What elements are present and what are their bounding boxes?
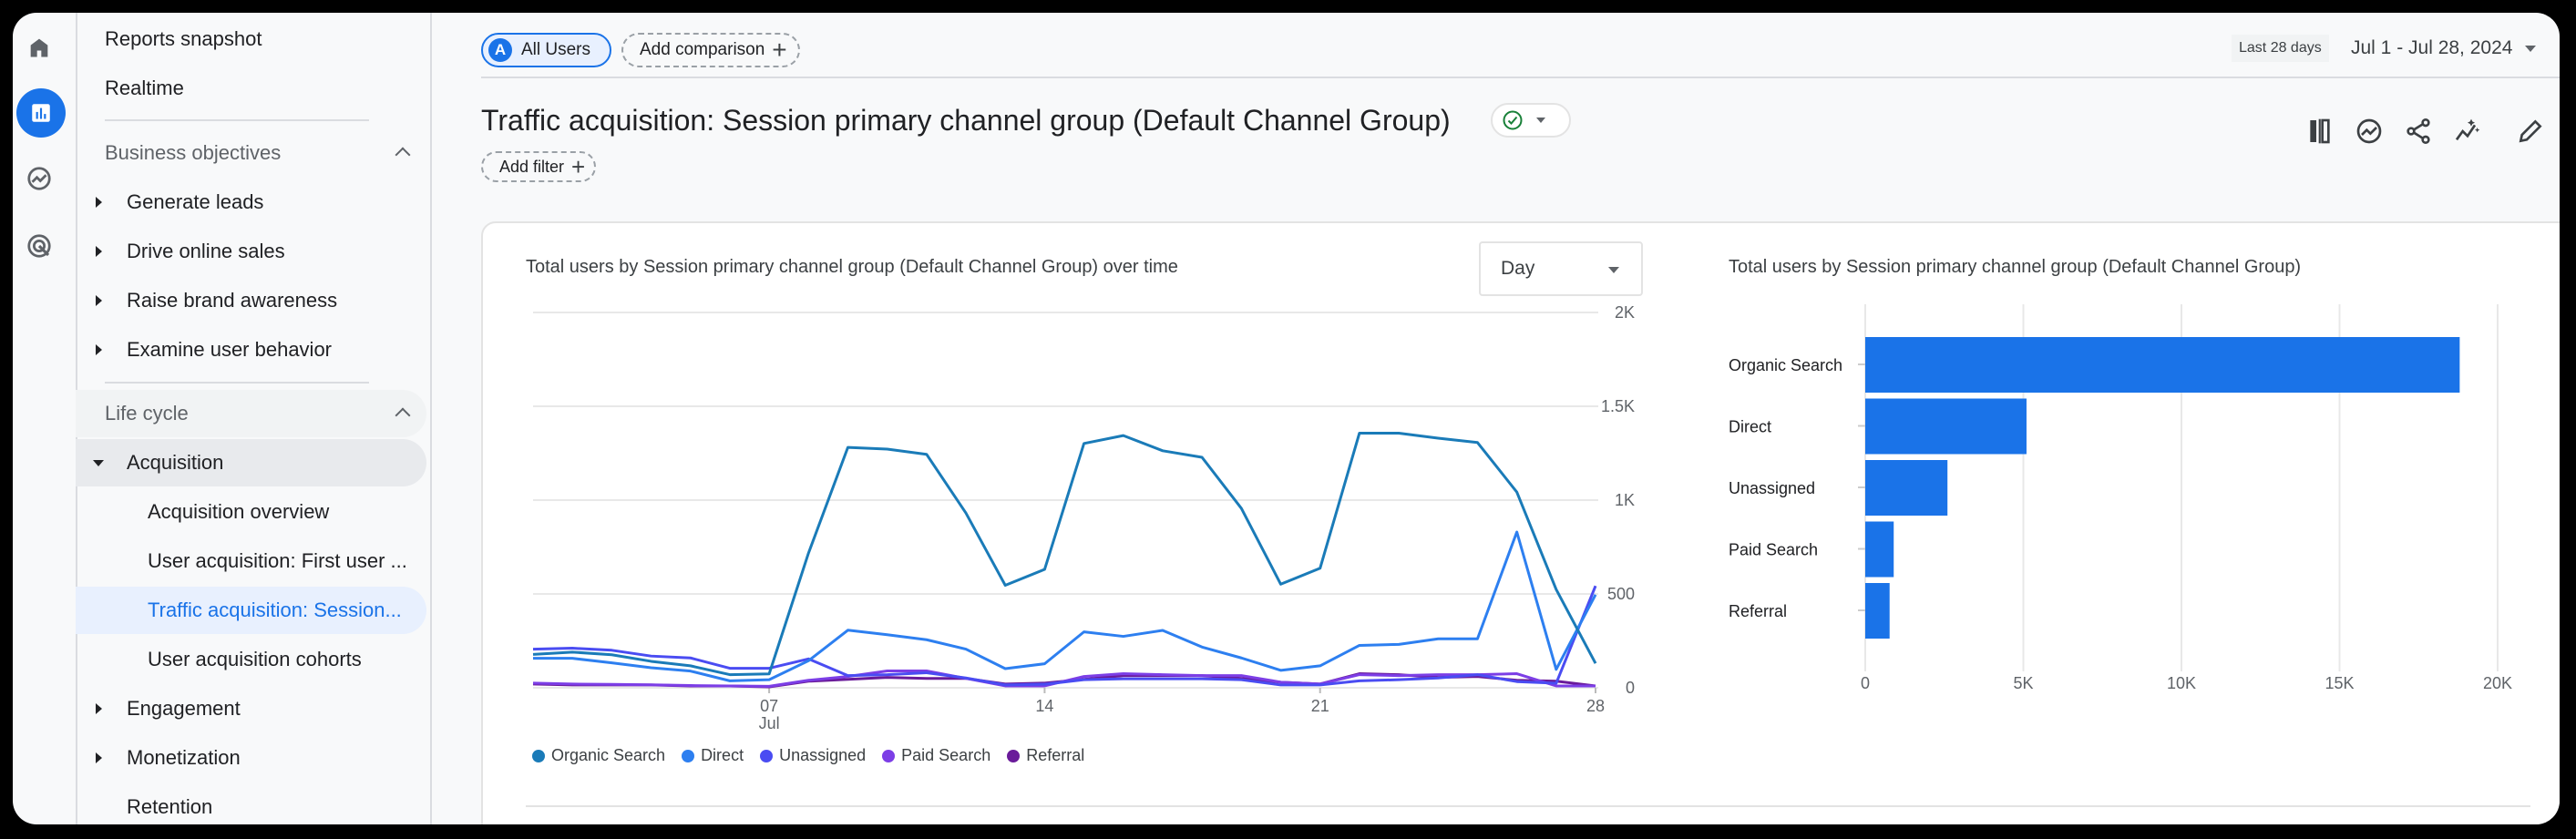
category-label: Organic Search (1729, 356, 1842, 374)
y-tick-label: 2K (1615, 303, 1635, 322)
x-tick-label: 0 (1861, 674, 1870, 692)
x-tick-label: 20K (2483, 674, 2512, 692)
x-tick-label: 07 (760, 697, 778, 715)
line-chart-legend: Organic Search Direct Unassigned Paid Searc… (532, 746, 1084, 765)
y-tick-label: 1K (1615, 491, 1635, 509)
category-label: Unassigned (1729, 479, 1815, 497)
legend-label: Unassigned (779, 746, 867, 764)
x-tick-label: 21 (1311, 697, 1329, 715)
legend-label: Paid Search (901, 746, 991, 764)
charts-svg: 0 500 1K 1.5K 2K 07Jul 14 21 28 0 5K 10K 15K 20K Organ… (532, 303, 2512, 732)
x-tick-label: 14 (1035, 697, 1053, 715)
x-tick-label: 10K (2167, 674, 2196, 692)
legend-dot-icon (682, 749, 695, 762)
bar-unassigned (1865, 460, 1948, 516)
legend-item[interactable]: Referral (1007, 746, 1084, 765)
app-window: Reports snapshot Realtime Business objec… (13, 13, 2560, 824)
legend-item[interactable]: Direct (682, 746, 744, 765)
x-tick-label: 5K (2013, 674, 2033, 692)
legend-item[interactable]: Paid Search (882, 746, 990, 765)
category-label: Direct (1729, 418, 1771, 436)
bar-referral (1865, 583, 1890, 639)
category-label: Referral (1729, 602, 1787, 620)
bar-paid-search (1865, 521, 1894, 578)
x-tick-sublabel: Jul (759, 714, 780, 732)
legend-item[interactable]: Organic Search (532, 746, 665, 765)
card-divider (526, 805, 2530, 807)
series-line-unassigned (532, 585, 1597, 687)
bar-direct (1865, 398, 2027, 455)
legend-dot-icon (760, 749, 774, 762)
legend-label: Direct (701, 746, 744, 764)
y-tick-label: 1.5K (1601, 397, 1635, 415)
y-tick-label: 500 (1607, 585, 1635, 603)
legend-label: Organic Search (551, 746, 666, 764)
legend-item[interactable]: Unassigned (760, 746, 866, 765)
x-tick-label: 28 (1586, 697, 1605, 715)
legend-dot-icon (532, 749, 545, 762)
bar-organic-search (1865, 337, 2460, 393)
legend-dot-icon (1007, 749, 1021, 762)
y-tick-label: 0 (1626, 679, 1635, 697)
category-label: Paid Search (1729, 541, 1818, 559)
x-tick-label: 15K (2325, 674, 2354, 692)
legend-dot-icon (882, 749, 896, 762)
legend-label: Referral (1026, 746, 1085, 764)
